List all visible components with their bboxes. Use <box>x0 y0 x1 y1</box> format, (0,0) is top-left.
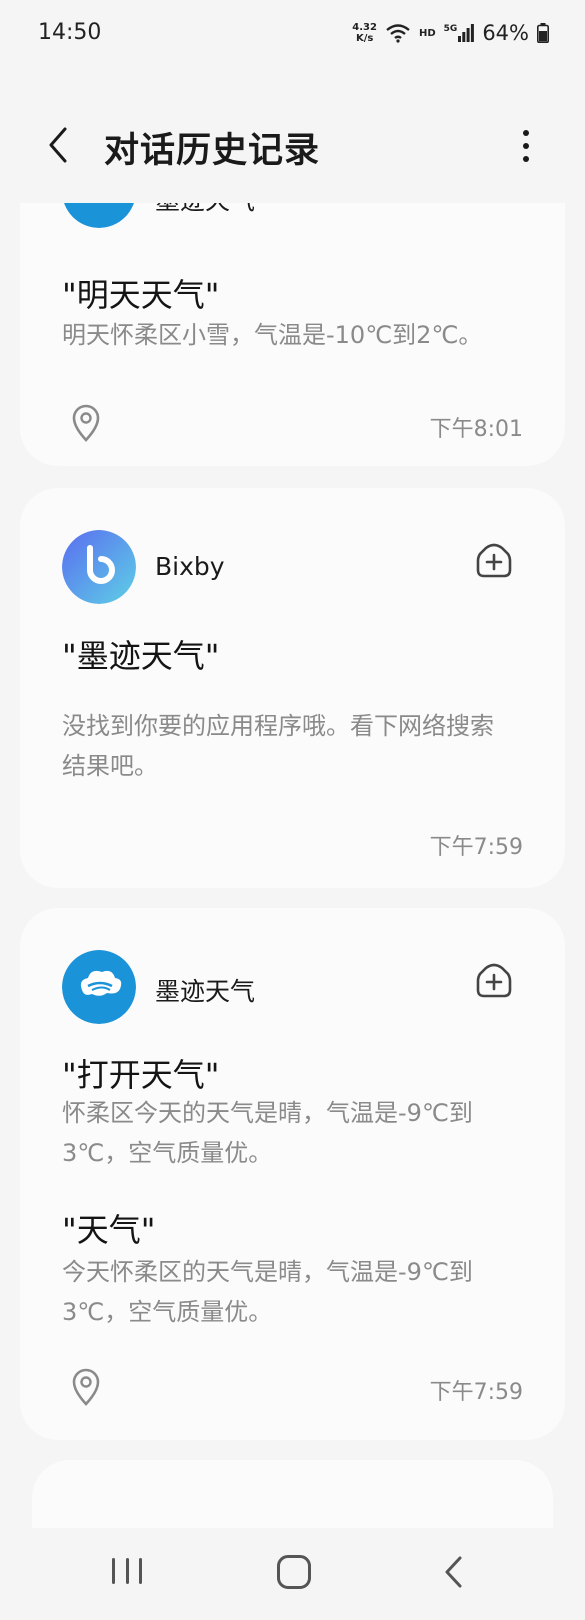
timestamp: 下午8:01 <box>429 417 523 442</box>
app-name: 墨迹天气 <box>155 203 255 217</box>
dot <box>523 156 529 162</box>
timestamp: 下午7:59 <box>429 835 523 860</box>
history-card[interactable]: Bixby "墨迹天气" 没找到你要的应用程序哦。看下网络搜索结果吧。 下午7:… <box>20 488 565 888</box>
reply-text: 今天怀柔区的天气是晴，气温是-9℃到3℃，空气质量优。 <box>62 1258 473 1326</box>
location-pin-icon <box>72 404 100 442</box>
query-text: "墨迹天气" <box>62 637 220 675</box>
moji-weather-logo-icon <box>64 203 134 228</box>
dot <box>523 130 529 136</box>
moji-weather-avatar <box>62 203 136 228</box>
location-button[interactable] <box>68 403 104 443</box>
wifi-icon <box>386 24 410 43</box>
moji-weather-logo-icon <box>62 950 136 1024</box>
battery-icon <box>537 23 549 43</box>
page-title: 对话历史记录 <box>104 131 321 171</box>
add-icon <box>476 543 512 578</box>
chevron-left-icon <box>49 127 67 163</box>
dot <box>523 143 529 149</box>
query-text: "打开天气" <box>62 1056 220 1094</box>
add-shortcut-button[interactable] <box>474 540 514 580</box>
query-text: "天气" <box>62 1211 156 1249</box>
query-text: "明天天气" <box>62 276 220 314</box>
nav-back-button[interactable] <box>440 1554 468 1590</box>
back-button[interactable] <box>36 120 80 170</box>
add-icon <box>476 963 512 998</box>
bixby-logo-icon <box>62 530 136 604</box>
system-nav-bar <box>0 1530 585 1620</box>
app-bar: 对话历史记录 <box>0 100 585 190</box>
app-name: 墨迹天气 <box>155 977 256 1006</box>
status-bar: 14:50 4.32 K/s HD 5G 64% <box>0 0 585 70</box>
history-card[interactable] <box>32 1460 553 1528</box>
reply-text: 明天怀柔区小雪，气温是-10℃到2℃。 <box>62 321 483 349</box>
chevron-left-icon <box>445 1556 462 1588</box>
signal-icon: 5G <box>444 24 475 42</box>
history-card[interactable]: 墨迹天气 "明天天气" 明天怀柔区小雪，气温是-10℃到2℃。 下午8:01 <box>20 203 565 466</box>
status-icons: 4.32 K/s HD 5G 64% <box>352 18 549 48</box>
history-list[interactable]: 墨迹天气 "明天天气" 明天怀柔区小雪，气温是-10℃到2℃。 下午8:01 <box>0 203 585 1528</box>
location-pin-icon <box>72 1368 100 1406</box>
home-button[interactable] <box>277 1555 311 1589</box>
signal-bars-icon <box>458 24 475 42</box>
battery-percent: 64% <box>482 21 529 45</box>
reply-text: 没找到你要的应用程序哦。看下网络搜索结果吧。 <box>62 712 494 780</box>
timestamp: 下午7:59 <box>429 1380 523 1405</box>
location-button[interactable] <box>68 1367 104 1407</box>
status-time: 14:50 <box>38 20 102 45</box>
hd-indicator: HD <box>418 27 436 39</box>
moji-weather-avatar <box>62 950 136 1024</box>
history-card[interactable]: 墨迹天气 "打开天气" 怀柔区今天的天气是晴，气温是-9℃到3℃，空气质量优。 … <box>20 908 565 1440</box>
reply-text: 怀柔区今天的天气是晴，气温是-9℃到3℃，空气质量优。 <box>62 1099 473 1167</box>
add-shortcut-button[interactable] <box>474 960 514 1000</box>
bixby-avatar <box>62 530 136 604</box>
network-speed: 4.32 K/s <box>352 22 377 44</box>
more-options-button[interactable] <box>511 124 541 168</box>
recent-apps-button[interactable] <box>112 1558 142 1588</box>
app-name: Bixby <box>155 552 225 581</box>
